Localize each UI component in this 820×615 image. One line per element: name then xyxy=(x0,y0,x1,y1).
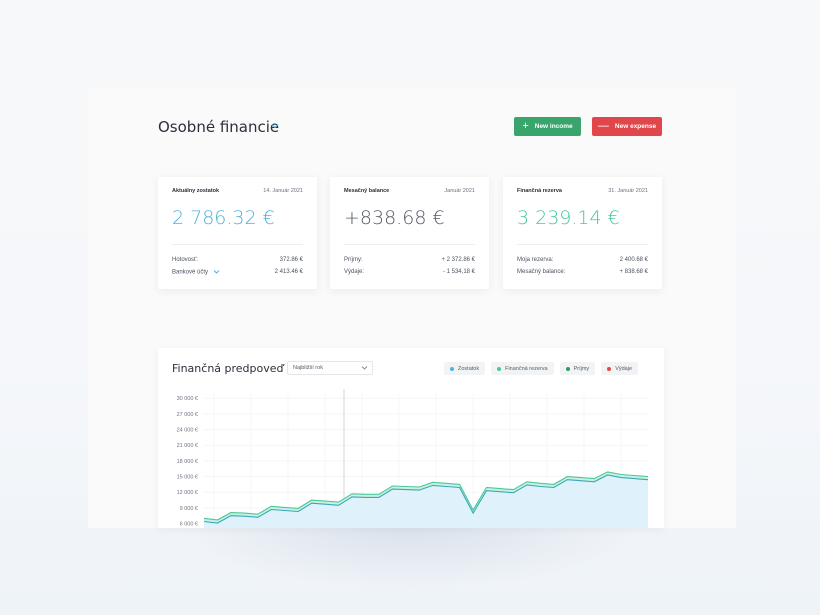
card-amount: +838.68 € xyxy=(344,207,445,229)
minus-icon: — xyxy=(597,120,609,132)
new-income-button[interactable]: + New income xyxy=(514,117,581,136)
forecast-card: Finančná predpoveď Najbližší rok Zostato… xyxy=(158,348,664,528)
row-label: Moja rezerva: xyxy=(517,257,554,263)
chevron-down-icon[interactable] xyxy=(270,121,280,131)
y-tick-label: 6 000 € xyxy=(180,522,198,528)
y-tick-label: 30 000 € xyxy=(177,396,198,402)
y-tick-label: 24 000 € xyxy=(177,428,198,434)
chevron-down-icon[interactable] xyxy=(213,269,220,275)
row-value: + 838.68 € xyxy=(619,269,648,275)
card-title: Finančná rezerva xyxy=(517,188,562,194)
new-expense-label: New expense xyxy=(614,123,657,130)
card-amount: 3 239.14 € xyxy=(517,207,620,229)
card-row: Príjmy: + 2 372.86 € xyxy=(344,257,475,263)
y-tick-label: 12 000 € xyxy=(177,490,198,496)
y-tick-label: 9 000 € xyxy=(180,506,198,512)
row-value: + 2 372.86 € xyxy=(441,257,475,263)
row-label: Bankové účty xyxy=(172,269,209,276)
new-income-label: New income xyxy=(534,123,573,130)
card-row: Moja rezerva: 2 400.68 € xyxy=(517,257,648,263)
row-label: Výdaje: xyxy=(344,269,365,275)
current-balance-card: Aktuálny zostatok 14. Január 2021 2 786.… xyxy=(158,177,317,289)
divider xyxy=(172,244,303,245)
y-tick-label: 27 000 € xyxy=(177,412,198,418)
series-area-zostatok xyxy=(204,475,648,528)
card-amount: 2 786.32 € xyxy=(172,207,275,229)
page-title: Osobné financie xyxy=(158,118,280,136)
y-tick-label: 18 000 € xyxy=(177,459,198,465)
y-tick-label: 21 000 € xyxy=(177,443,198,449)
row-label: Mesačný balance: xyxy=(517,269,566,275)
card-title: Aktuálny zostatok xyxy=(172,188,220,194)
row-value: 372.86 € xyxy=(279,257,303,263)
row-value: 2 413.46 € xyxy=(274,269,303,275)
new-expense-button[interactable]: — New expense xyxy=(592,117,662,136)
row-value: 2 400.68 € xyxy=(619,257,648,263)
card-row-bank-accounts[interactable]: Bankové účty 2 413.46 € xyxy=(172,269,303,276)
financial-reserve-card: Finančná rezerva 31. Január 2021 3 239.1… xyxy=(503,177,662,289)
divider xyxy=(344,244,475,245)
row-label: Hotovosť: xyxy=(172,257,198,263)
forecast-chart: 30 000 € 27 000 € 24 000 € 21 000 € 18 000 €… xyxy=(177,389,649,528)
divider xyxy=(517,244,648,245)
monthly-balance-card: Mesačný balance Január 2021 +838.68 € Pr… xyxy=(330,177,489,289)
card-row: Mesačný balance: + 838.68 € xyxy=(517,269,648,275)
card-date: 14. Január 2021 xyxy=(263,188,303,194)
shadow xyxy=(180,528,640,588)
plus-icon: + xyxy=(522,120,529,132)
card-row: Hotovosť: 372.86 € xyxy=(172,257,303,263)
card-date: 31. Január 2021 xyxy=(608,188,648,194)
card-row: Výdaje: - 1 534,18 € xyxy=(344,269,475,275)
card-date: Január 2021 xyxy=(444,188,475,194)
y-tick-label: 15 000 € xyxy=(177,475,198,481)
row-value: - 1 534,18 € xyxy=(442,269,475,275)
card-title: Mesačný balance xyxy=(344,188,390,194)
row-label: Príjmy: xyxy=(344,257,363,263)
